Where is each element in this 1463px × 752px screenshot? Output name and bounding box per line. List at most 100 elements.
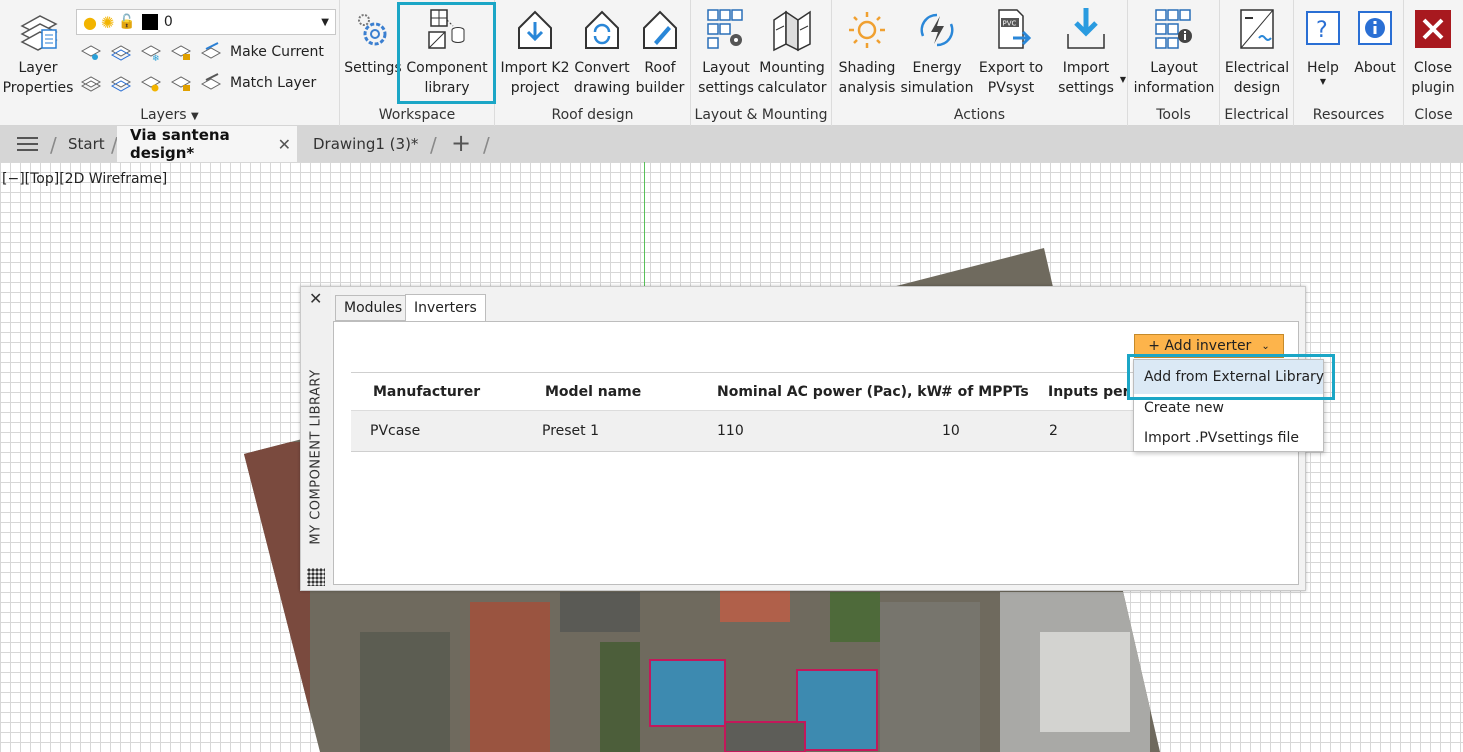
- cell-nominal-ac-power: 110: [717, 423, 744, 439]
- tab-modules[interactable]: Modules: [335, 295, 412, 321]
- roof-design-group: Import K2 project Convert drawing Roof b…: [495, 0, 691, 126]
- layer-isolate-icon[interactable]: [80, 41, 102, 63]
- electrical-design-label: Electrical design: [1224, 60, 1290, 96]
- match-layer-button[interactable]: Match Layer: [230, 75, 316, 91]
- import-settings-button[interactable]: Import settings ▼: [1050, 6, 1126, 98]
- layer-lock-icon[interactable]: [170, 41, 192, 63]
- cell-mppts: 10: [942, 423, 960, 439]
- electrical-group: Electrical design Electrical: [1220, 0, 1294, 126]
- energy-simulation-button[interactable]: Energy simulation: [900, 6, 974, 98]
- roof-builder-button[interactable]: Roof builder: [633, 6, 687, 98]
- layer-walk-icon[interactable]: [80, 72, 102, 94]
- col-mppts[interactable]: # of MPPTs: [941, 384, 1029, 400]
- info-icon: [1358, 11, 1392, 45]
- chevron-down-icon: ▼: [321, 16, 329, 28]
- match-layer-icon[interactable]: [200, 72, 222, 94]
- col-model-name[interactable]: Model name: [545, 384, 641, 400]
- close-group-label: Close: [1414, 107, 1453, 123]
- import-k2-label: Import K2 project: [500, 60, 570, 96]
- shading-analysis-label: Shading analysis: [838, 60, 896, 96]
- layers-group-label[interactable]: Layers ▼: [0, 107, 339, 123]
- layer-properties-button[interactable]: Layer Properties: [2, 6, 74, 98]
- import-house-icon: [518, 10, 552, 49]
- layer-tools-row-2: Match Layer: [80, 72, 316, 94]
- layer-color-swatch: [141, 14, 158, 30]
- about-button[interactable]: About: [1350, 6, 1400, 78]
- layer-thaw-icon[interactable]: [140, 72, 162, 94]
- resources-group: ? Help ▼ About Resources: [1294, 0, 1404, 126]
- chevron-down-icon: ▼: [191, 111, 199, 122]
- actions-group: Shading analysis Energy simulation PVC E…: [832, 0, 1128, 126]
- convert-drawing-label: Convert drawing: [573, 60, 631, 96]
- help-label: Help: [1307, 60, 1339, 76]
- panel-grip-icon[interactable]: [307, 568, 325, 586]
- tab-start[interactable]: Start: [68, 126, 105, 162]
- active-tab-label: Via santena design*: [130, 126, 230, 162]
- inverter-icon: [1240, 9, 1274, 49]
- new-tab-plus-icon[interactable]: +: [451, 129, 471, 157]
- svg-text:❄: ❄: [152, 54, 160, 63]
- gear-icon: [358, 14, 387, 46]
- dropdown-item-label: Create new: [1144, 400, 1224, 416]
- export-pvsyst-label: Export to PVsyst: [978, 60, 1044, 96]
- add-inverter-label: + Add inverter: [1148, 338, 1252, 354]
- cell-inputs-per-mppt: 2: [1049, 423, 1058, 439]
- layer-dropdown[interactable]: ● ✺ 🔓 0 ▼: [76, 9, 336, 35]
- settings-label: Settings: [344, 60, 402, 76]
- import-k2-button[interactable]: Import K2 project: [497, 6, 573, 98]
- tab-separator: /: [50, 133, 57, 157]
- energy-bolt-icon: [920, 13, 954, 47]
- svg-text:?: ?: [1316, 18, 1328, 43]
- make-current-button[interactable]: Make Current: [230, 44, 324, 60]
- close-icon: [1415, 10, 1451, 48]
- make-current-icon[interactable]: [200, 41, 222, 63]
- roof-builder-icon: [643, 10, 677, 49]
- layout-mounting-group-label: Layout & Mounting: [694, 107, 828, 123]
- tab-via-santena-design[interactable]: Via santena design* ✕: [117, 126, 297, 162]
- dropdown-item-import-pvsettings[interactable]: Import .PVsettings file: [1134, 424, 1323, 452]
- layer-freeze-icon[interactable]: [110, 41, 132, 63]
- export-pvsyst-button[interactable]: PVC Export to PVsyst: [976, 6, 1046, 98]
- col-manufacturer[interactable]: Manufacturer: [373, 384, 480, 400]
- col-nominal-ac-power[interactable]: Nominal AC power (Pac), kW: [717, 384, 942, 400]
- tab-inverters[interactable]: Inverters: [405, 294, 486, 322]
- layer-unlock-icon[interactable]: [170, 72, 192, 94]
- layout-information-button[interactable]: Layout information: [1130, 6, 1218, 98]
- lock-icon: 🔓: [118, 14, 136, 30]
- electrical-design-button[interactable]: Electrical design: [1222, 6, 1292, 98]
- layout-settings-label: Layout settings: [698, 60, 754, 96]
- layer-properties-icon: [20, 15, 58, 51]
- tab-separator: /: [430, 133, 437, 157]
- layers-group: Layer Properties ● ✺ 🔓 0 ▼ ❄ Make Curren…: [0, 0, 340, 126]
- close-icon[interactable]: ✕: [278, 135, 291, 154]
- close-plugin-label: Close plugin: [1411, 60, 1455, 96]
- workspace-group-label: Workspace: [378, 107, 456, 123]
- close-plugin-button[interactable]: Close plugin: [1406, 6, 1460, 98]
- settings-button[interactable]: Settings: [344, 6, 402, 78]
- layout-info-icon: [1155, 9, 1192, 49]
- layout-settings-icon: [707, 9, 743, 49]
- component-library-highlight: [397, 2, 496, 104]
- help-icon: ?: [1306, 11, 1340, 45]
- document-tab-bar: / Start / Via santena design* ✕ Drawing1…: [0, 126, 1463, 162]
- menu-icon[interactable]: [17, 137, 38, 151]
- chevron-down-icon: ▼: [1119, 75, 1126, 84]
- import-download-icon: [1067, 8, 1105, 49]
- dropdown-item-label: Import .PVsettings file: [1144, 430, 1299, 446]
- help-button[interactable]: ? Help ▼: [1300, 6, 1346, 86]
- layout-settings-button[interactable]: Layout settings: [695, 6, 757, 98]
- convert-drawing-button[interactable]: Convert drawing: [573, 6, 631, 98]
- mounting-calculator-label: Mounting calculator: [757, 60, 827, 96]
- bulb-icon: ●: [83, 12, 97, 32]
- roof-builder-label: Roof builder: [635, 60, 685, 96]
- layout-mounting-group: Layout settings Mounting calculator Layo…: [691, 0, 832, 126]
- shading-analysis-button[interactable]: Shading analysis: [834, 6, 900, 98]
- tab-drawing1[interactable]: Drawing1 (3)*: [313, 126, 418, 162]
- layer-off-icon[interactable]: ❄: [140, 41, 162, 63]
- layer-merge-icon[interactable]: [110, 72, 132, 94]
- mounting-calculator-button[interactable]: Mounting calculator: [757, 6, 827, 98]
- panel-side-bar: ✕ MY COMPONENT LIBRARY: [301, 287, 331, 590]
- sun-icon: ✺: [100, 12, 115, 32]
- mounting-calculator-icon: [773, 10, 811, 52]
- panel-close-icon[interactable]: ✕: [309, 289, 322, 308]
